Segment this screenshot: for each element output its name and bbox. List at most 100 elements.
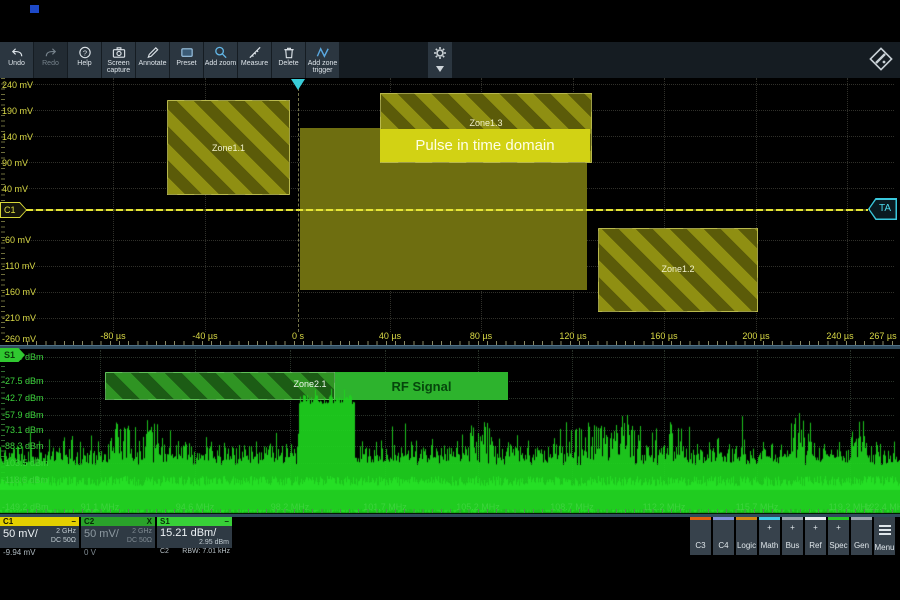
preset-button[interactable]: Preset (170, 42, 203, 78)
x-axis-label: -40 µs (175, 331, 235, 341)
trash-icon (281, 45, 297, 60)
c1-signal-badge[interactable]: C1 – 50 mV/ 2 GHz DC 50Ω -9.94 mV (0, 517, 79, 557)
help-icon: ? (77, 45, 93, 60)
s1-badge-name: S1 (160, 517, 170, 526)
y-axis-label: -42.7 dBm (2, 393, 82, 403)
settings-tile[interactable] (428, 42, 452, 78)
gen-button[interactable]: Gen (851, 517, 872, 555)
s1-scale: 15.21 dBm/ (160, 527, 216, 539)
c4-button[interactable]: C4 (713, 517, 734, 555)
c1-scale: 50 mV/ (3, 528, 38, 540)
pulse-annotation[interactable]: Pulse in time domain (380, 129, 590, 162)
undo-button[interactable]: Undo (0, 42, 33, 78)
trigger-marker-icon[interactable] (291, 79, 305, 90)
ref-button[interactable]: + Ref (805, 517, 826, 555)
time-domain-graph[interactable]: Zone1.3 Pulse in time domain Zone1.1 Zon… (0, 78, 900, 346)
c2-badge-header[interactable]: C2 X (81, 517, 155, 526)
minimize-icon[interactable]: – (225, 517, 229, 526)
y-axis-label: -110 mV (2, 261, 72, 271)
x-axis-label: 160 µs (634, 331, 694, 341)
camera-icon (111, 45, 127, 60)
button-label: Ref (805, 541, 826, 550)
toolbar-label: Delete (278, 60, 298, 67)
zone1-2-label: Zone1.2 (598, 264, 758, 274)
x-axis-label: 80 µs (451, 331, 511, 341)
screen-capture-button[interactable]: Screen capture (102, 42, 135, 78)
undo-icon (9, 45, 25, 60)
led-indicator (30, 5, 39, 13)
spectrum-graph[interactable]: Zone2.1 RF Signal -12.4 dBm -27.5 dBm -4… (0, 350, 900, 514)
spec-button[interactable]: + Spec (828, 517, 849, 555)
trigger-ta-marker[interactable]: TA (868, 198, 897, 220)
gridline-h (26, 84, 894, 85)
minimize-icon[interactable]: – (72, 517, 76, 526)
y-axis-label: -118.6 dBm (2, 475, 82, 485)
gridline-h (26, 292, 894, 293)
c2-badge-name: C2 (84, 517, 94, 526)
toolbar-label: Add zone trigger (306, 60, 339, 74)
pencil-icon (145, 45, 161, 60)
add-zone-trigger-button[interactable]: Add zone trigger (306, 42, 339, 78)
svg-text:?: ? (82, 48, 86, 57)
ta-marker-label: TA (879, 203, 891, 214)
c3-button[interactable]: C3 (690, 517, 711, 555)
zone1-3-label: Zone1.3 (380, 118, 592, 128)
graph-divider[interactable] (0, 345, 900, 349)
magnifier-icon (213, 45, 229, 60)
button-label: C3 (690, 541, 711, 550)
menu-button[interactable]: Menu (874, 517, 895, 555)
toolbar-label: Measure (241, 60, 268, 67)
display-icon (179, 45, 195, 60)
measure-button[interactable]: Measure (238, 42, 271, 78)
bus-color-stripe (782, 517, 803, 520)
toolbar-label: Add zoom (205, 60, 237, 67)
toolbar-label: Redo (42, 60, 59, 67)
c2-badge-body: 50 mV/ 2 GHz DC 50Ω (81, 526, 155, 548)
math-button[interactable]: + Math (759, 517, 780, 555)
x-axis-label: 267 µs (853, 331, 900, 341)
logic-color-stripe (736, 517, 757, 520)
redo-button[interactable]: Redo (34, 42, 67, 78)
y-axis-label: -103.5 dBm (2, 458, 82, 468)
s1-signal-badge[interactable]: S1 – 15.21 dBm/ 2.95 dBm C2 RBW: 7.01 kH… (157, 517, 232, 557)
c2-scale: 50 mV/ (84, 528, 119, 540)
add-zoom-button[interactable]: Add zoom (204, 42, 237, 78)
toolbar-label: Annotate (138, 60, 166, 67)
gridline-h (26, 318, 894, 319)
annotate-button[interactable]: Annotate (136, 42, 169, 78)
x-axis-minor-ticks (27, 509, 895, 513)
logic-button[interactable]: Logic (736, 517, 757, 555)
c1-badge-header[interactable]: C1 – (0, 517, 79, 526)
gear-icon[interactable] (432, 45, 448, 61)
toolbar-label: Undo (8, 60, 25, 67)
y-axis-label: -160 mV (2, 287, 72, 297)
brand-logo (866, 44, 896, 74)
c1-badge-name: C1 (3, 517, 13, 526)
c1-marker-label: C1 (4, 205, 16, 215)
plus-icon: + (759, 523, 780, 532)
plus-icon: + (805, 523, 826, 532)
s1-badge-header[interactable]: S1 – (157, 517, 232, 526)
chevron-down-icon[interactable] (436, 66, 444, 72)
c1-waveform-trace[interactable] (26, 209, 868, 211)
help-button[interactable]: ? Help (68, 42, 101, 78)
gen-color-stripe (851, 517, 872, 520)
y-axis-label: 40 mV (2, 184, 72, 194)
button-label: C4 (713, 541, 734, 550)
c1-channel-marker[interactable]: C1 (0, 202, 27, 218)
oscilloscope-screen: Undo Redo ? Help Screen capture Annotate… (0, 0, 900, 600)
c2-signal-badge[interactable]: C2 X 50 mV/ 2 GHz DC 50Ω 0 V (81, 517, 155, 557)
c1-bandwidth: 2 GHz (56, 528, 76, 535)
x-axis-label: 40 µs (360, 331, 420, 341)
bus-button[interactable]: + Bus (782, 517, 803, 555)
y-axis-label: -27.5 dBm (2, 376, 82, 386)
button-label: Menu (874, 543, 895, 552)
close-icon[interactable]: X (147, 517, 152, 526)
delete-button[interactable]: Delete (272, 42, 305, 78)
button-label: Bus (782, 541, 803, 550)
y-axis-label: -57.9 dBm (2, 410, 82, 420)
plus-icon: + (828, 523, 849, 532)
y-axis-label: 140 mV (2, 132, 72, 142)
toolbar: Undo Redo ? Help Screen capture Annotate… (0, 42, 900, 78)
c4-color-stripe (713, 517, 734, 520)
